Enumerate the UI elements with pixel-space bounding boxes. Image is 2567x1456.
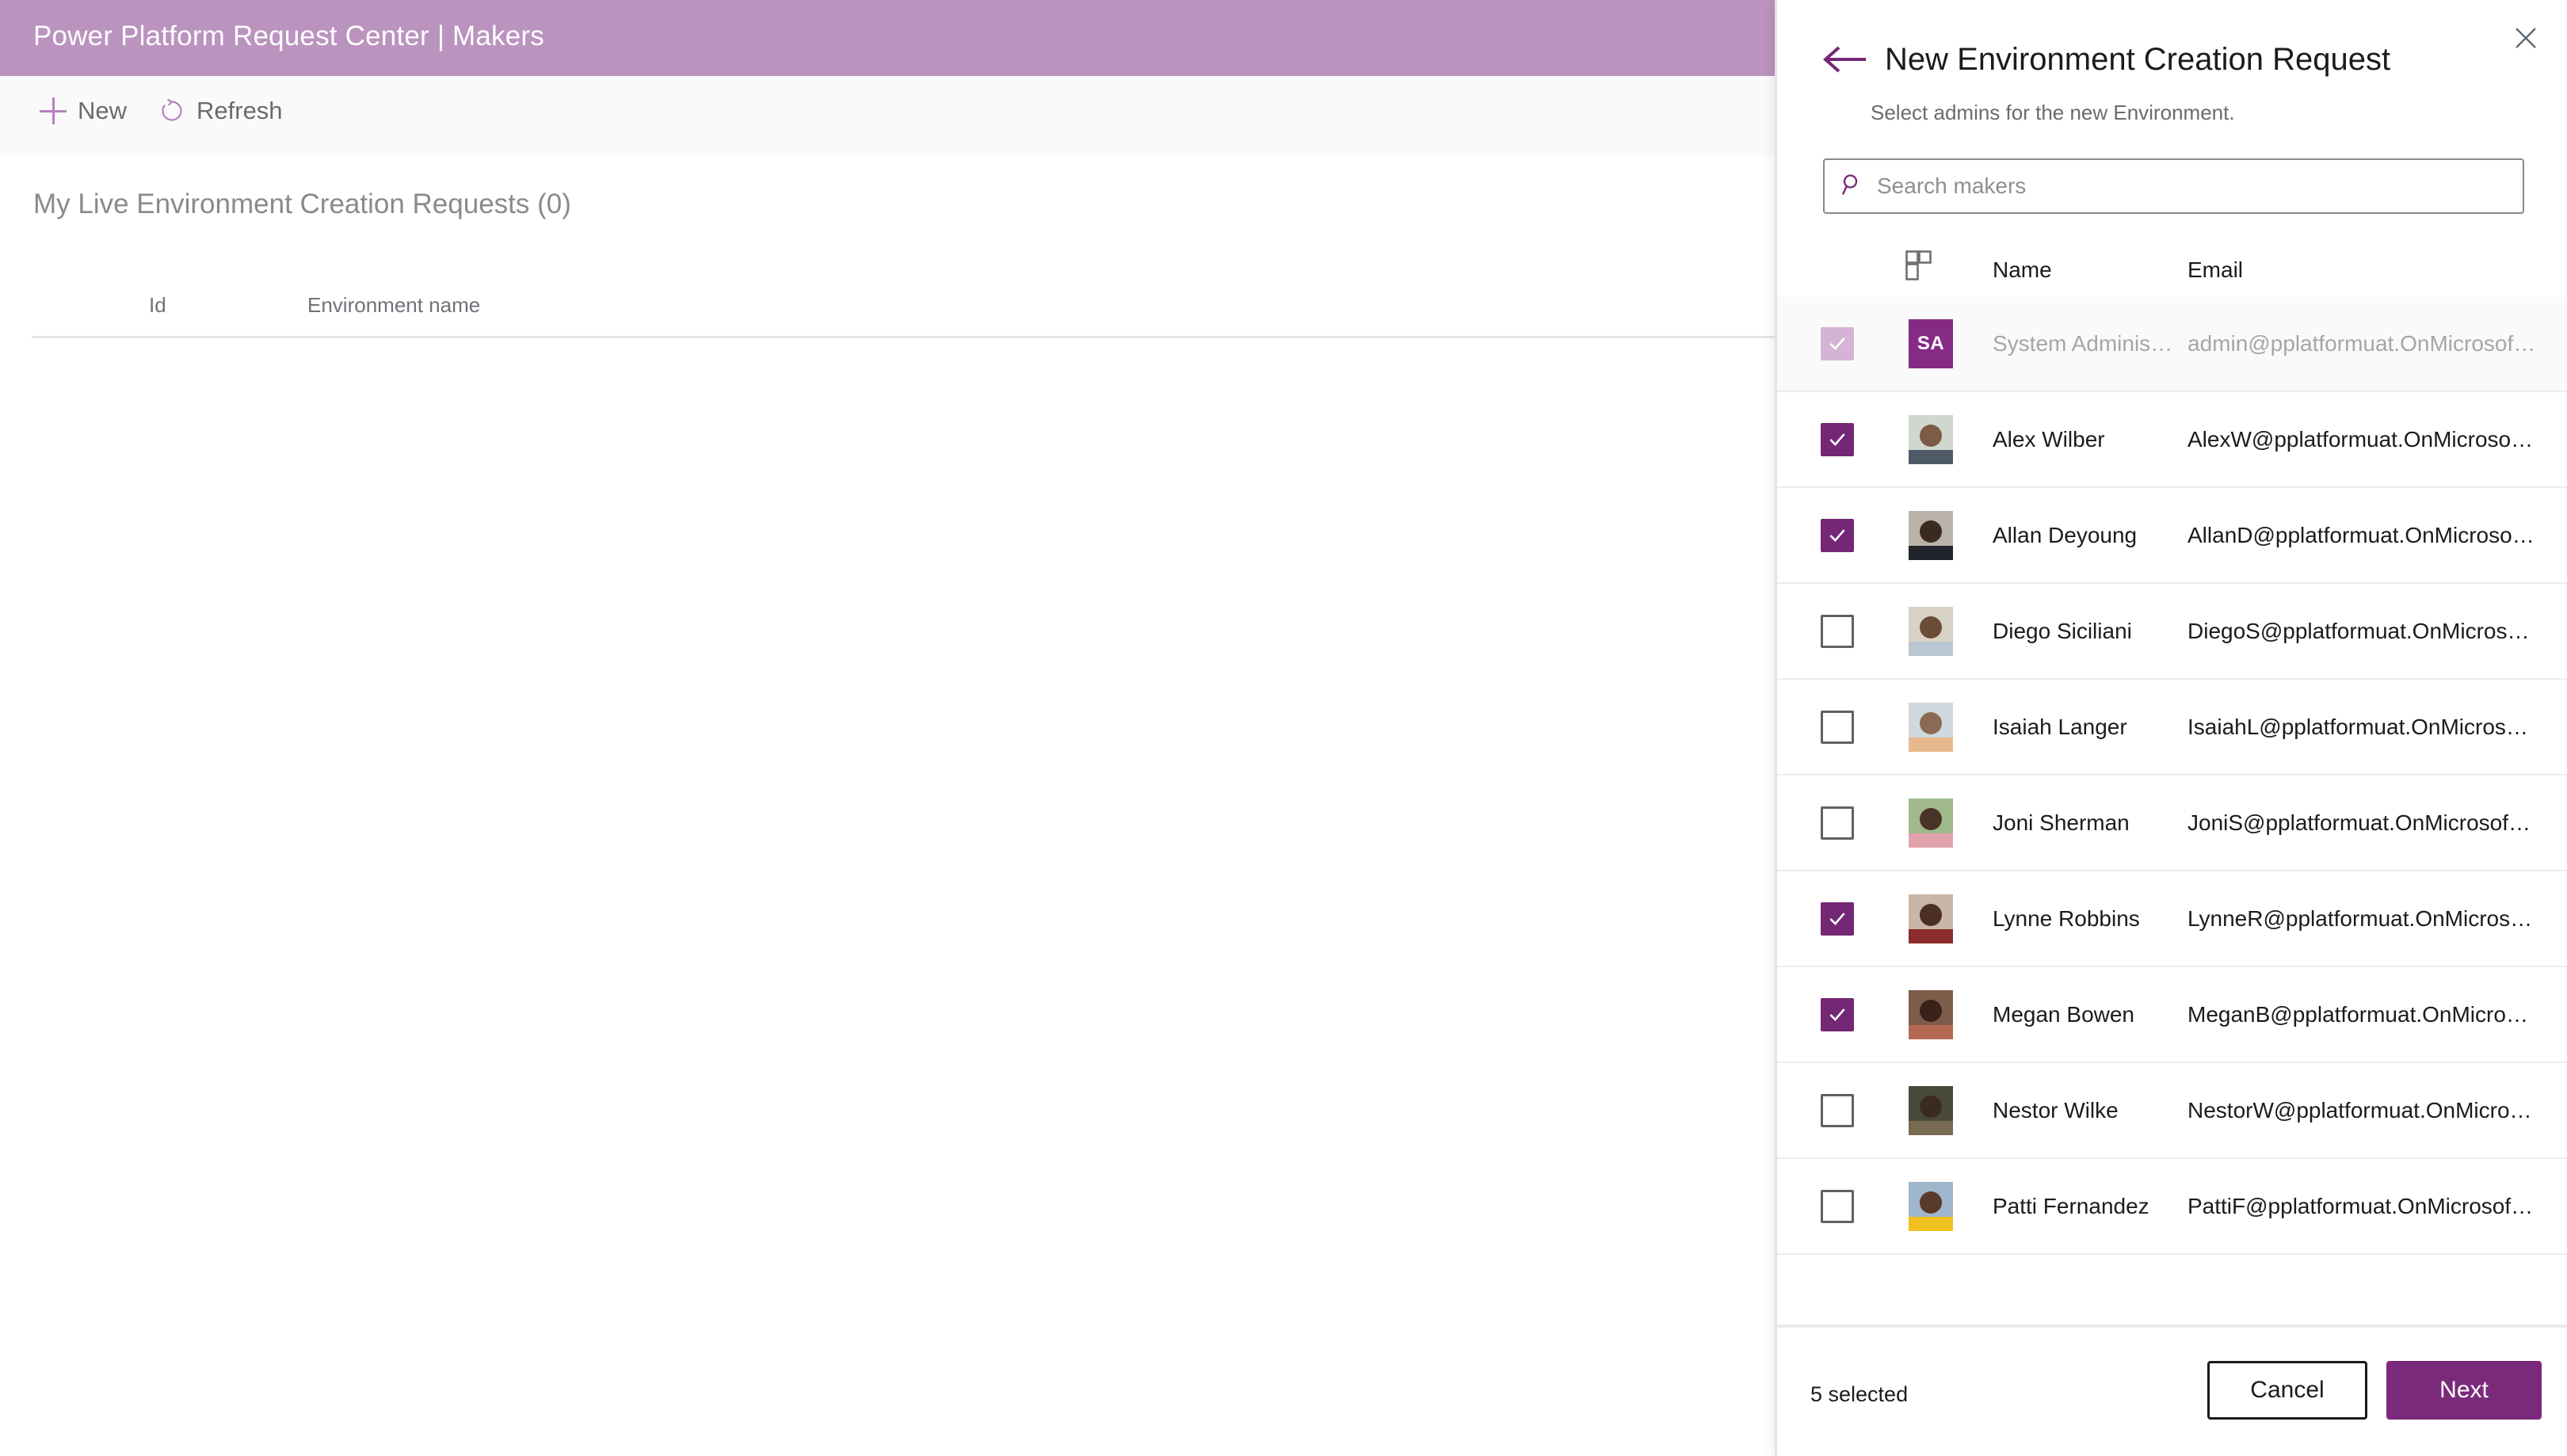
cancel-button[interactable]: Cancel	[2207, 1361, 2367, 1420]
avatar	[1909, 702, 1953, 752]
table-row[interactable]: Allan Deyoung AllanD@pplatformuat.OnMicro…	[1777, 488, 2567, 584]
avatar	[1909, 414, 1953, 464]
row-email: MeganB@pplatformuat.OnMicrosoft....	[2187, 1001, 2536, 1027]
grid-column-header-name[interactable]: Name	[1993, 257, 2052, 283]
refresh-icon	[158, 97, 185, 124]
avatar: SA	[1909, 318, 1953, 368]
avatar	[1909, 894, 1953, 943]
table-row[interactable]: Megan Bowen MeganB@pplatformuat.OnMicroso…	[1777, 967, 2567, 1063]
refresh-button-label: Refresh	[196, 97, 283, 124]
grid-column-headers: Name Email	[1777, 246, 2567, 295]
panel-subtitle: Select admins for the new Environment.	[1871, 101, 2235, 124]
row-checkbox[interactable]	[1821, 901, 1854, 936]
avatar	[1909, 989, 1953, 1039]
table-row[interactable]: Nestor Wilke NestorW@pplatformuat.OnMicro…	[1777, 1063, 2567, 1159]
column-header-environment-name[interactable]: Environment name	[307, 293, 480, 318]
row-email: NestorW@pplatformuat.OnMicrosoft...	[2187, 1097, 2536, 1122]
row-name: Diego Siciliani	[1993, 618, 2132, 643]
app-title: Power Platform Request Center | Makers	[33, 21, 544, 51]
table-row[interactable]: Patti Fernandez PattiF@pplatformuat.OnMic…	[1777, 1159, 2567, 1255]
next-button[interactable]: Next	[2386, 1361, 2542, 1420]
refresh-button[interactable]: Refresh	[158, 97, 283, 125]
panel-title: New Environment Creation Request	[1885, 41, 2391, 77]
footer-separator	[1777, 1325, 2567, 1328]
row-checkbox[interactable]	[1821, 422, 1854, 456]
table-row: SA System Administr... admin@pplatformuat.…	[1777, 296, 2567, 392]
search-input[interactable]	[1877, 173, 2479, 199]
table-row[interactable]: Lynne Robbins LynneR@pplatformuat.OnMicro…	[1777, 871, 2567, 967]
row-checkbox[interactable]	[1821, 1093, 1854, 1127]
row-name: Patti Fernandez	[1993, 1193, 2149, 1218]
command-toolbar: New Refresh	[0, 76, 1775, 155]
row-checkbox[interactable]	[1821, 518, 1854, 552]
row-email: DiegoS@pplatformuat.OnMicrosoft.c...	[2187, 618, 2536, 643]
main-content-area: Power Platform Request Center | Makers N…	[0, 0, 1775, 1456]
row-email: AllanD@pplatformuat.OnMicrosoft.c...	[2187, 522, 2536, 547]
new-button-label: New	[78, 97, 128, 124]
avatar	[1909, 510, 1953, 560]
row-email: LynneR@pplatformuat.OnMicrosoft.c...	[2187, 905, 2536, 931]
search-icon	[1840, 173, 1864, 200]
row-name: Megan Bowen	[1993, 1001, 2135, 1027]
plus-icon	[40, 97, 67, 124]
row-name: Isaiah Langer	[1993, 714, 2127, 739]
row-checkbox[interactable]	[1821, 1189, 1854, 1223]
search-makers-box[interactable]	[1823, 158, 2524, 214]
row-name: Alex Wilber	[1993, 426, 2105, 452]
back-arrow-icon[interactable]	[1821, 44, 1867, 75]
avatar	[1909, 1085, 1953, 1135]
row-email: AlexW@pplatformuat.OnMicrosoft.c...	[2187, 426, 2536, 452]
table-row[interactable]: Alex Wilber AlexW@pplatformuat.OnMicrosof…	[1777, 392, 2567, 488]
table-row[interactable]: Diego Siciliani DiegoS@pplatformuat.OnMic…	[1777, 584, 2567, 680]
makers-list: SA System Administr... admin@pplatformuat.…	[1777, 296, 2567, 1275]
table-row[interactable]: Joni Sherman JoniS@pplatformuat.OnMicroso…	[1777, 776, 2567, 871]
row-checkbox[interactable]	[1821, 710, 1854, 744]
row-checkbox[interactable]	[1821, 806, 1854, 840]
row-email: JoniS@pplatformuat.OnMicrosoft.com	[2187, 810, 2536, 835]
row-email: admin@pplatformuat.OnMicrosoft.co...	[2187, 330, 2536, 356]
row-email: IsaiahL@pplatformuat.OnMicrosoft.c...	[2187, 714, 2536, 739]
row-email: PattiF@pplatformuat.OnMicrosoft.com	[2187, 1193, 2536, 1218]
row-name: Allan Deyoung	[1993, 522, 2138, 547]
row-checkbox[interactable]	[1821, 997, 1854, 1031]
row-checkbox	[1821, 326, 1854, 360]
table-row[interactable]: Isaiah Langer IsaiahL@pplatformuat.OnMicr…	[1777, 680, 2567, 776]
new-environment-request-panel: New Environment Creation Request Select …	[1775, 0, 2567, 1456]
row-checkbox[interactable]	[1821, 614, 1854, 648]
row-name: Joni Sherman	[1993, 810, 2130, 835]
panel-header: New Environment Creation Request	[1777, 32, 2567, 87]
list-title: My Live Environment Creation Requests (0…	[33, 189, 571, 219]
grid-column-header-email[interactable]: Email	[2187, 257, 2243, 283]
row-name: Lynne Robbins	[1993, 905, 2140, 931]
row-name: System Administr...	[1993, 330, 2176, 356]
row-name: Nestor Wilke	[1993, 1097, 2119, 1122]
avatar	[1909, 606, 1953, 656]
list-divider	[32, 336, 1775, 338]
avatar	[1909, 1181, 1953, 1231]
column-header-id[interactable]: Id	[149, 293, 166, 318]
selected-count-label: 5 selected	[1810, 1382, 1909, 1406]
application-window: Power Platform Request Center | Makers N…	[0, 0, 2567, 1456]
thumbnail-column-icon[interactable]	[1905, 250, 1932, 284]
new-button[interactable]: New	[40, 97, 127, 125]
avatar	[1909, 798, 1953, 848]
